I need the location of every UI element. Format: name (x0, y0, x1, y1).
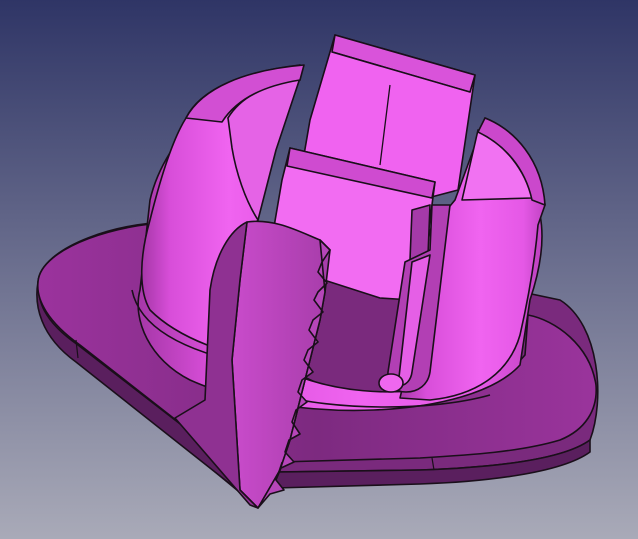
part-render-canvas[interactable] (0, 0, 638, 539)
3d-viewport[interactable] (0, 0, 638, 539)
slot-end-hole (378, 373, 404, 393)
